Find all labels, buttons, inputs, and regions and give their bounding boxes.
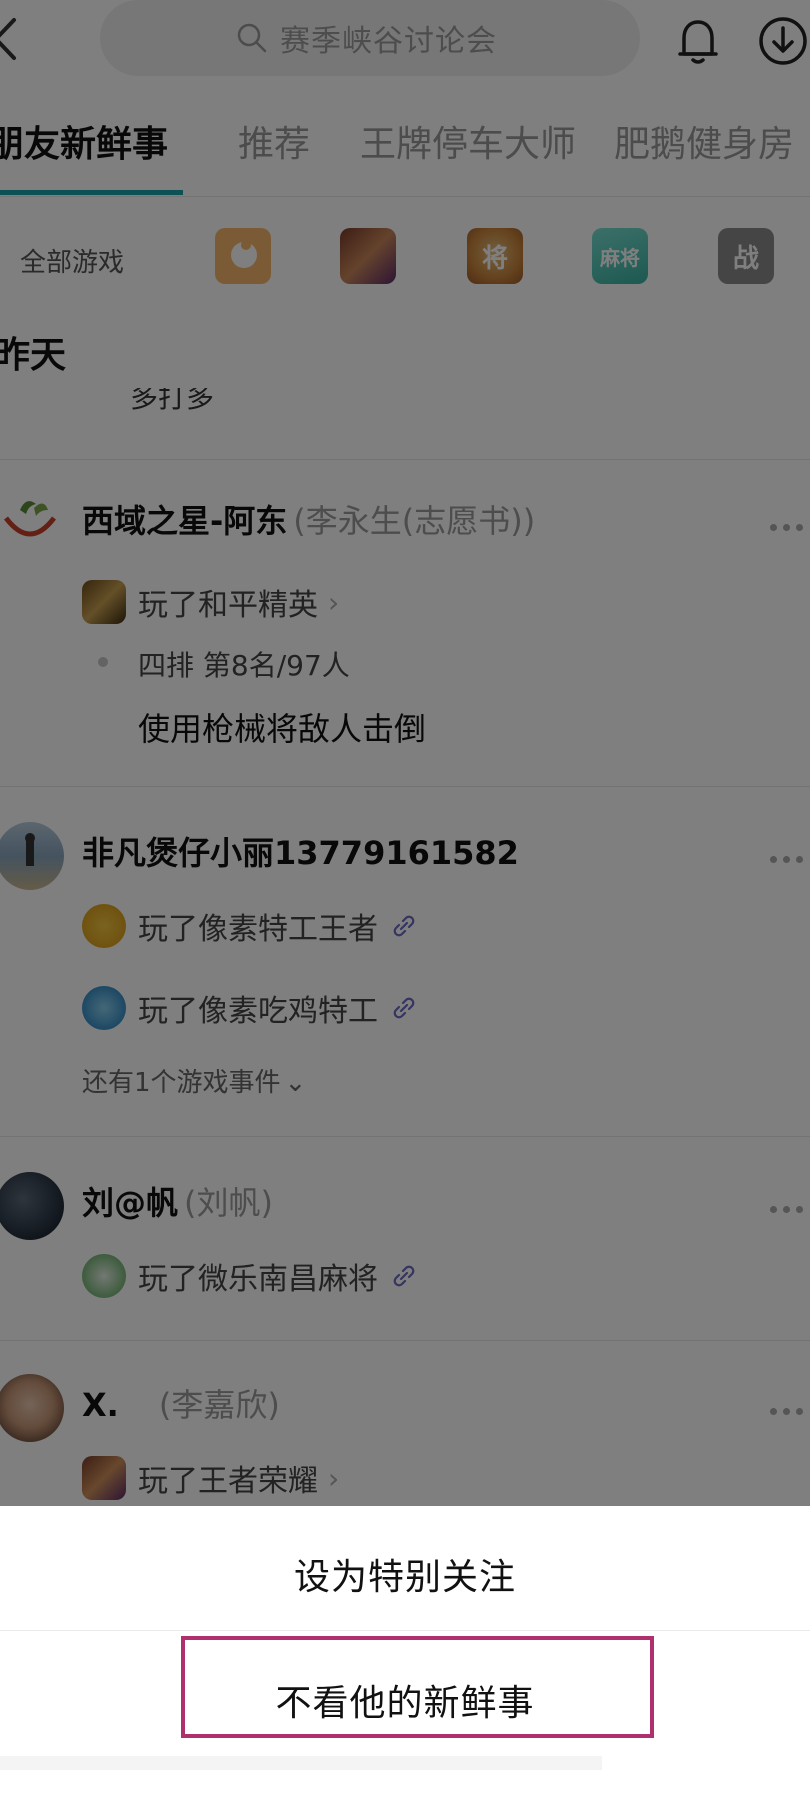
modal-overlay[interactable]: [0, 0, 810, 1506]
app-screen: 赛季峡谷讨论会 朋友新鲜事 推荐 王牌停车大师 肥鹅健身房 全部游戏 将 麻将 …: [0, 0, 810, 1797]
divider: [0, 1630, 810, 1631]
sheet-bottom-bar: [0, 1756, 602, 1770]
highlight-box: [181, 1636, 654, 1738]
action-sheet: 设为特别关注 不看他的新鲜事: [0, 1506, 810, 1797]
set-special-follow-button[interactable]: 设为特别关注: [0, 1548, 810, 1600]
